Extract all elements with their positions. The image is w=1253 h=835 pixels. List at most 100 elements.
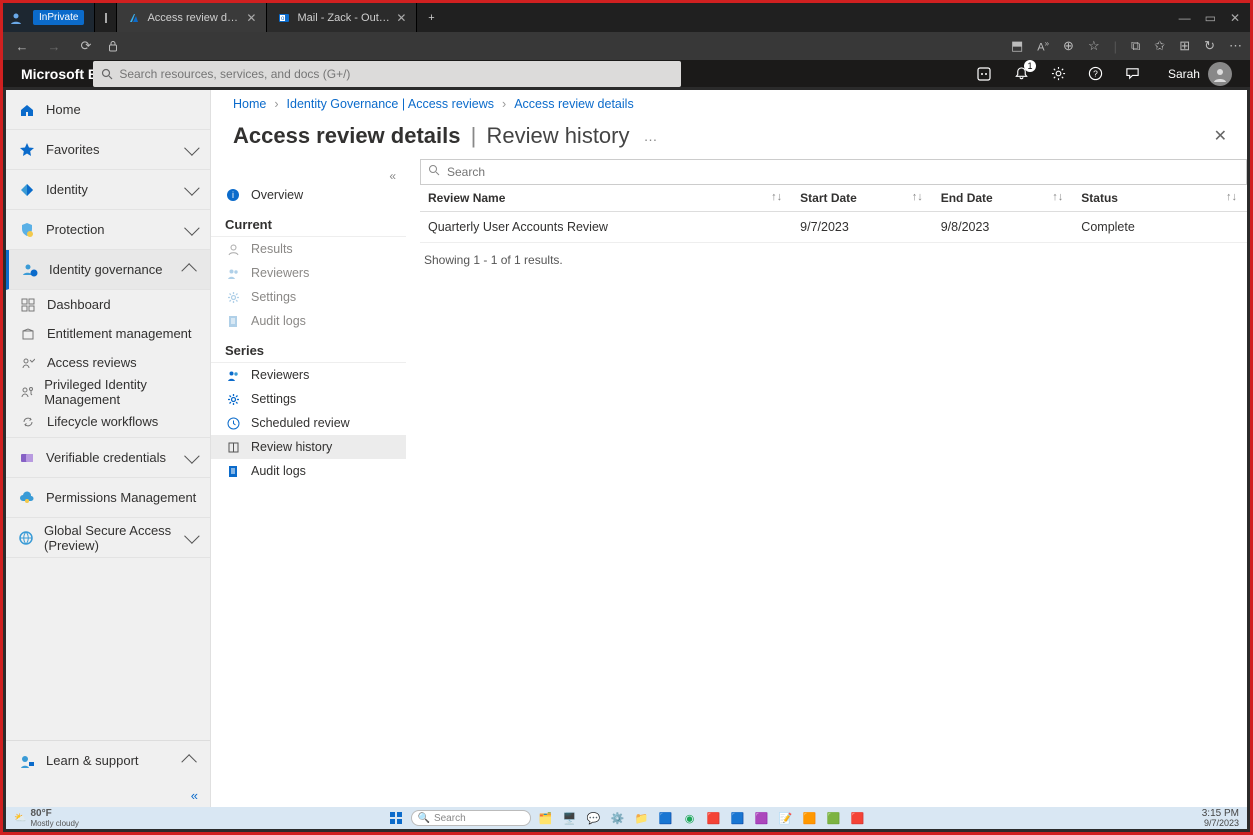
feedback-icon — [1125, 66, 1140, 81]
crumb-idgov[interactable]: Identity Governance | Access reviews — [287, 97, 495, 111]
blade-current-results[interactable]: Results — [211, 237, 406, 261]
addr-action-4[interactable]: ⧉ — [1131, 38, 1140, 54]
blade-series-scheduled[interactable]: Scheduled review — [211, 411, 406, 435]
taskbar-app-10[interactable]: 📝 — [777, 809, 795, 827]
sort-icon[interactable]: ↑↓ — [912, 191, 923, 203]
col-start-date[interactable]: Start Date↑↓ — [792, 185, 933, 212]
sort-icon[interactable]: ↑↓ — [771, 191, 782, 203]
taskbar-app-1[interactable]: 🖥️ — [561, 809, 579, 827]
browser-address-bar: ← → ⟳ ⬒ A» ⊕ ☆ | ⧉ ✩ ⊞ ↻ ⋯ — [3, 32, 1250, 60]
nav-identity[interactable]: Identity — [6, 170, 210, 210]
taskbar-app-8[interactable]: 🟦 — [729, 809, 747, 827]
help-button[interactable]: ? — [1088, 66, 1103, 81]
blade-overview[interactable]: i Overview — [211, 183, 406, 207]
close-icon[interactable]: ✕ — [246, 11, 256, 25]
col-status[interactable]: Status↑↓ — [1073, 185, 1247, 212]
nav-identity-governance[interactable]: Identity governance — [6, 250, 210, 290]
new-tab-button[interactable]: + — [417, 3, 445, 32]
star-icon — [18, 141, 36, 159]
close-icon[interactable]: ✕ — [396, 11, 406, 25]
addr-action-2[interactable]: ⊕ — [1063, 38, 1074, 54]
addr-action-5[interactable]: ✩ — [1154, 38, 1165, 54]
credential-icon — [18, 449, 36, 467]
window-controls: — ▭ ✕ — [1169, 3, 1250, 32]
sort-icon[interactable]: ↑↓ — [1226, 191, 1237, 203]
nav-global-secure-access[interactable]: Global Secure Access (Preview) — [6, 518, 210, 558]
nav-reload-button[interactable]: ⟳ — [75, 38, 97, 54]
taskbar-app-4[interactable]: 📁 — [633, 809, 651, 827]
addr-action-6[interactable]: ⊞ — [1179, 38, 1190, 54]
page-title-primary: Access review details — [233, 123, 460, 148]
inprivate-badge: InPrivate — [33, 10, 84, 25]
taskbar-app-13[interactable]: 🟥 — [849, 809, 867, 827]
blade-current-settings[interactable]: Settings — [211, 285, 406, 309]
nav-dashboard[interactable]: Dashboard — [6, 290, 210, 319]
crumb-details[interactable]: Access review details — [514, 97, 634, 111]
nav-learn-support[interactable]: Learn & support — [6, 740, 210, 780]
col-end-date[interactable]: End Date↑↓ — [933, 185, 1074, 212]
nav-back-button[interactable]: ← — [11, 39, 33, 54]
blade-current-audit[interactable]: Audit logs — [211, 309, 406, 333]
blade-nav-collapse[interactable]: « — [211, 163, 406, 183]
addr-action-8[interactable]: ⋯ — [1229, 38, 1242, 54]
person-icon — [9, 11, 23, 25]
nav-home[interactable]: Home — [6, 90, 210, 130]
start-button[interactable] — [387, 809, 405, 827]
addr-action-1[interactable]: A» — [1037, 39, 1049, 54]
nav-collapse-button[interactable]: « — [6, 780, 210, 810]
blade-series-settings[interactable]: Settings — [211, 387, 406, 411]
taskbar-clock[interactable]: 3:15 PM 9/7/2023 — [1202, 809, 1239, 828]
addr-action-3[interactable]: ☆ — [1088, 38, 1100, 54]
taskbar-weather[interactable]: ⛅ 80°F Mostly cloudy — [14, 808, 79, 828]
feedback-button[interactable] — [1125, 66, 1140, 81]
nav-pim[interactable]: Privileged Identity Management — [6, 377, 210, 406]
window-minimize[interactable]: — — [1179, 11, 1191, 25]
taskbar-app-2[interactable]: 💬 — [585, 809, 603, 827]
tab-overview-icon[interactable] — [95, 3, 117, 32]
more-button[interactable]: … — [644, 128, 658, 144]
nav-entitlement[interactable]: Entitlement management — [6, 319, 210, 348]
copilot-icon[interactable] — [976, 66, 992, 82]
taskbar-app-7[interactable]: 🟥 — [705, 809, 723, 827]
clock-icon — [225, 415, 241, 431]
window-maximize[interactable]: ▭ — [1205, 11, 1216, 25]
nav-favorites[interactable]: Favorites — [6, 130, 210, 170]
taskbar-app-6[interactable]: ◉ — [681, 809, 699, 827]
nav-protection[interactable]: Protection — [6, 210, 210, 250]
table-search-input[interactable] — [420, 159, 1247, 185]
table-search[interactable] — [420, 159, 1247, 185]
lock-icon[interactable] — [107, 40, 129, 52]
taskbar-app-12[interactable]: 🟩 — [825, 809, 843, 827]
global-search-input[interactable] — [119, 67, 673, 81]
nav-lifecycle[interactable]: Lifecycle workflows — [6, 406, 210, 438]
taskbar-app-11[interactable]: 🟧 — [801, 809, 819, 827]
close-blade-button[interactable]: ✕ — [1214, 126, 1227, 146]
taskbar-app-0[interactable]: 🗂️ — [537, 809, 555, 827]
sort-icon[interactable]: ↑↓ — [1052, 191, 1063, 203]
user-name: Sarah — [1168, 67, 1200, 81]
table-row[interactable]: Quarterly User Accounts Review 9/7/2023 … — [420, 212, 1247, 243]
nav-verifiable-credentials[interactable]: Verifiable credentials — [6, 438, 210, 478]
settings-button[interactable] — [1051, 66, 1066, 81]
window-close[interactable]: ✕ — [1230, 11, 1240, 25]
user-menu[interactable]: Sarah — [1168, 62, 1232, 86]
addr-action-0[interactable]: ⬒ — [1011, 38, 1023, 54]
browser-tab-1[interactable]: o Mail - Zack - Outlook ✕ — [267, 3, 417, 32]
taskbar-app-5[interactable]: 🟦 — [657, 809, 675, 827]
nav-permissions-management[interactable]: Permissions Management — [6, 478, 210, 518]
browser-tab-0[interactable]: Access review details - Microso… ✕ — [117, 3, 267, 32]
blade-series-history[interactable]: Review history — [211, 435, 406, 459]
nav-access-reviews[interactable]: Access reviews — [6, 348, 210, 377]
addr-action-7[interactable]: ↻ — [1204, 38, 1215, 54]
global-search[interactable] — [93, 61, 681, 87]
notifications-button[interactable]: 1 — [1014, 66, 1029, 81]
blade-current-reviewers[interactable]: Reviewers — [211, 261, 406, 285]
taskbar-app-3[interactable]: ⚙️ — [609, 809, 627, 827]
square-icon — [105, 13, 107, 23]
col-review-name[interactable]: Review Name↑↓ — [420, 185, 792, 212]
crumb-home[interactable]: Home — [233, 97, 266, 111]
blade-series-reviewers[interactable]: Reviewers — [211, 363, 406, 387]
blade-series-audit[interactable]: Audit logs — [211, 459, 406, 483]
taskbar-app-9[interactable]: 🟪 — [753, 809, 771, 827]
taskbar-search[interactable]: 🔍Search — [411, 810, 531, 826]
